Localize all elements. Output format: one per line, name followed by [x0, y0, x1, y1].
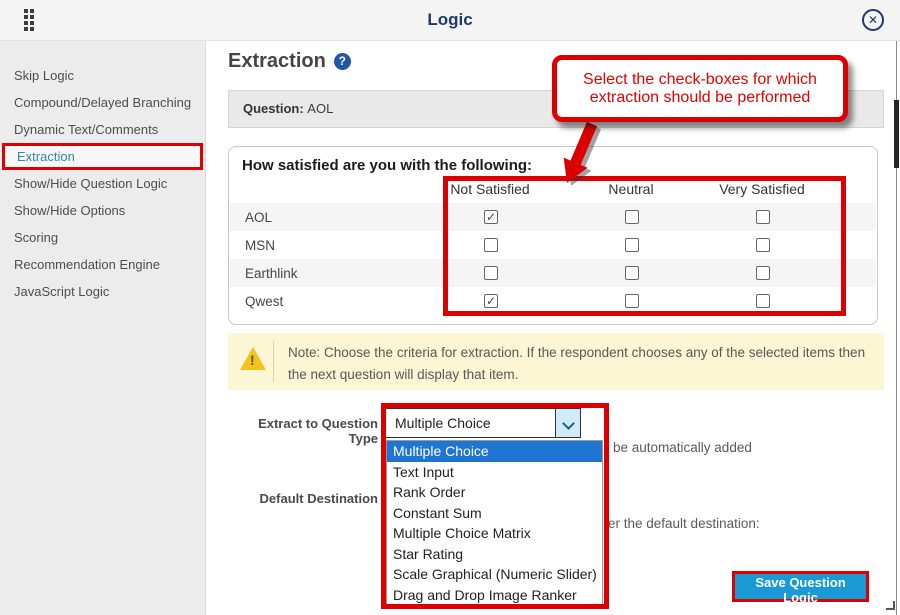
dropdown-option-constant-sum[interactable]: Constant Sum	[387, 503, 602, 524]
matrix-title: How satisfied are you with the following…	[242, 157, 532, 174]
chevron-down-icon[interactable]	[555, 409, 580, 437]
checkbox-msn-not-satisfied[interactable]	[484, 238, 498, 252]
checkbox-qwest-neutral[interactable]	[625, 294, 639, 308]
dropdown-option-multiple-choice-matrix[interactable]: Multiple Choice Matrix	[387, 523, 602, 544]
checkbox-aol-neutral[interactable]	[625, 210, 639, 224]
dropdown-option-drag-and-drop-image-ranker[interactable]: Drag and Drop Image Ranker	[387, 585, 602, 606]
page-title: Extraction?	[228, 50, 351, 73]
resize-corner[interactable]	[886, 601, 895, 610]
matrix-row-label: Qwest	[245, 294, 283, 309]
matrix-row-label: Earthlink	[245, 266, 298, 281]
default-destination-label: Default Destination	[228, 491, 378, 506]
matrix-row-msn: MSN	[230, 231, 876, 259]
dialog-titlebar: Logic ✕	[0, 0, 900, 41]
checkbox-qwest-very-satisfied[interactable]	[756, 294, 770, 308]
sidebar-list: Skip LogicCompound/Delayed BranchingDyna…	[0, 62, 205, 305]
question-value: AOL	[307, 101, 333, 116]
matrix-column-not-satisfied: Not Satisfied	[450, 181, 529, 197]
dropdown-option-rank-order[interactable]: Rank Order	[387, 482, 602, 503]
matrix-row-label: MSN	[245, 238, 275, 253]
default-destination-hint: er the default destination:	[608, 516, 760, 531]
question-type-dropdown: Multiple ChoiceText InputRank OrderConst…	[386, 440, 603, 606]
checkbox-msn-very-satisfied[interactable]	[756, 238, 770, 252]
dropdown-option-multiple-choice[interactable]: Multiple Choice	[387, 441, 602, 462]
question-type-selected-value: Multiple Choice	[395, 415, 491, 431]
dropdown-option-text-input[interactable]: Text Input	[387, 462, 602, 483]
matrix-row-earthlink: Earthlink	[230, 259, 876, 287]
checkbox-earthlink-not-satisfied[interactable]	[484, 266, 498, 280]
checkbox-earthlink-very-satisfied[interactable]	[756, 266, 770, 280]
sidebar-item-dynamic-text-comments[interactable]: Dynamic Text/Comments	[0, 116, 205, 143]
note-text: Note: Choose the criteria for extraction…	[288, 342, 868, 385]
matrix-card: How satisfied are you with the following…	[228, 146, 878, 325]
checkbox-qwest-not-satisfied[interactable]: ✓	[484, 294, 498, 308]
checkbox-msn-neutral[interactable]	[625, 238, 639, 252]
scrollbar-thumb[interactable]	[894, 100, 899, 168]
extract-type-label: Extract to Question Type	[228, 416, 378, 446]
dropdown-option-scale-graphical-numeric-slider[interactable]: Scale Graphical (Numeric Slider)	[387, 564, 602, 585]
matrix-row-qwest: Qwest ✓	[230, 287, 876, 315]
matrix-row-aol: AOL ✓	[230, 203, 876, 231]
sidebar-item-show-hide-options[interactable]: Show/Hide Options	[0, 197, 205, 224]
dialog-title: Logic	[0, 10, 900, 30]
question-label: Question:	[243, 101, 304, 116]
sidebar-item-scoring[interactable]: Scoring	[0, 224, 205, 251]
note-box: Note: Choose the criteria for extraction…	[228, 333, 884, 390]
help-icon[interactable]: ?	[334, 53, 351, 70]
checkbox-aol-very-satisfied[interactable]	[756, 210, 770, 224]
question-type-select[interactable]: Multiple Choice	[385, 408, 581, 438]
note-divider	[273, 341, 274, 382]
page-title-text: Extraction	[228, 50, 326, 72]
sidebar-item-javascript-logic[interactable]: JavaScript Logic	[0, 278, 205, 305]
logic-dialog: Logic ✕ Skip LogicCompound/Delayed Branc…	[0, 0, 900, 615]
logic-sidebar: Skip LogicCompound/Delayed BranchingDyna…	[0, 41, 206, 615]
matrix-column-neutral: Neutral	[608, 181, 653, 197]
matrix-column-very-satisfied: Very Satisfied	[719, 181, 805, 197]
annotation-callout: Select the check-boxes for which extract…	[552, 55, 848, 122]
checkbox-aol-not-satisfied[interactable]: ✓	[484, 210, 498, 224]
annotation-callout-text: Select the check-boxes for which extract…	[567, 71, 833, 107]
sidebar-item-skip-logic[interactable]: Skip Logic	[0, 62, 205, 89]
close-icon[interactable]: ✕	[862, 9, 884, 31]
checkbox-earthlink-neutral[interactable]	[625, 266, 639, 280]
auto-added-text: be automatically added	[613, 440, 752, 455]
dropdown-option-star-rating[interactable]: Star Rating	[387, 544, 602, 565]
sidebar-item-extraction[interactable]: Extraction	[2, 143, 203, 170]
sidebar-item-show-hide-question-logic[interactable]: Show/Hide Question Logic	[0, 170, 205, 197]
sidebar-item-compound-delayed-branching[interactable]: Compound/Delayed Branching	[0, 89, 205, 116]
warning-icon	[240, 347, 266, 370]
sidebar-item-recommendation-engine[interactable]: Recommendation Engine	[0, 251, 205, 278]
annotation-rect-save: Save Question Logic	[732, 571, 869, 602]
matrix-row-label: AOL	[245, 210, 272, 225]
save-question-logic-button[interactable]: Save Question Logic	[735, 574, 866, 599]
